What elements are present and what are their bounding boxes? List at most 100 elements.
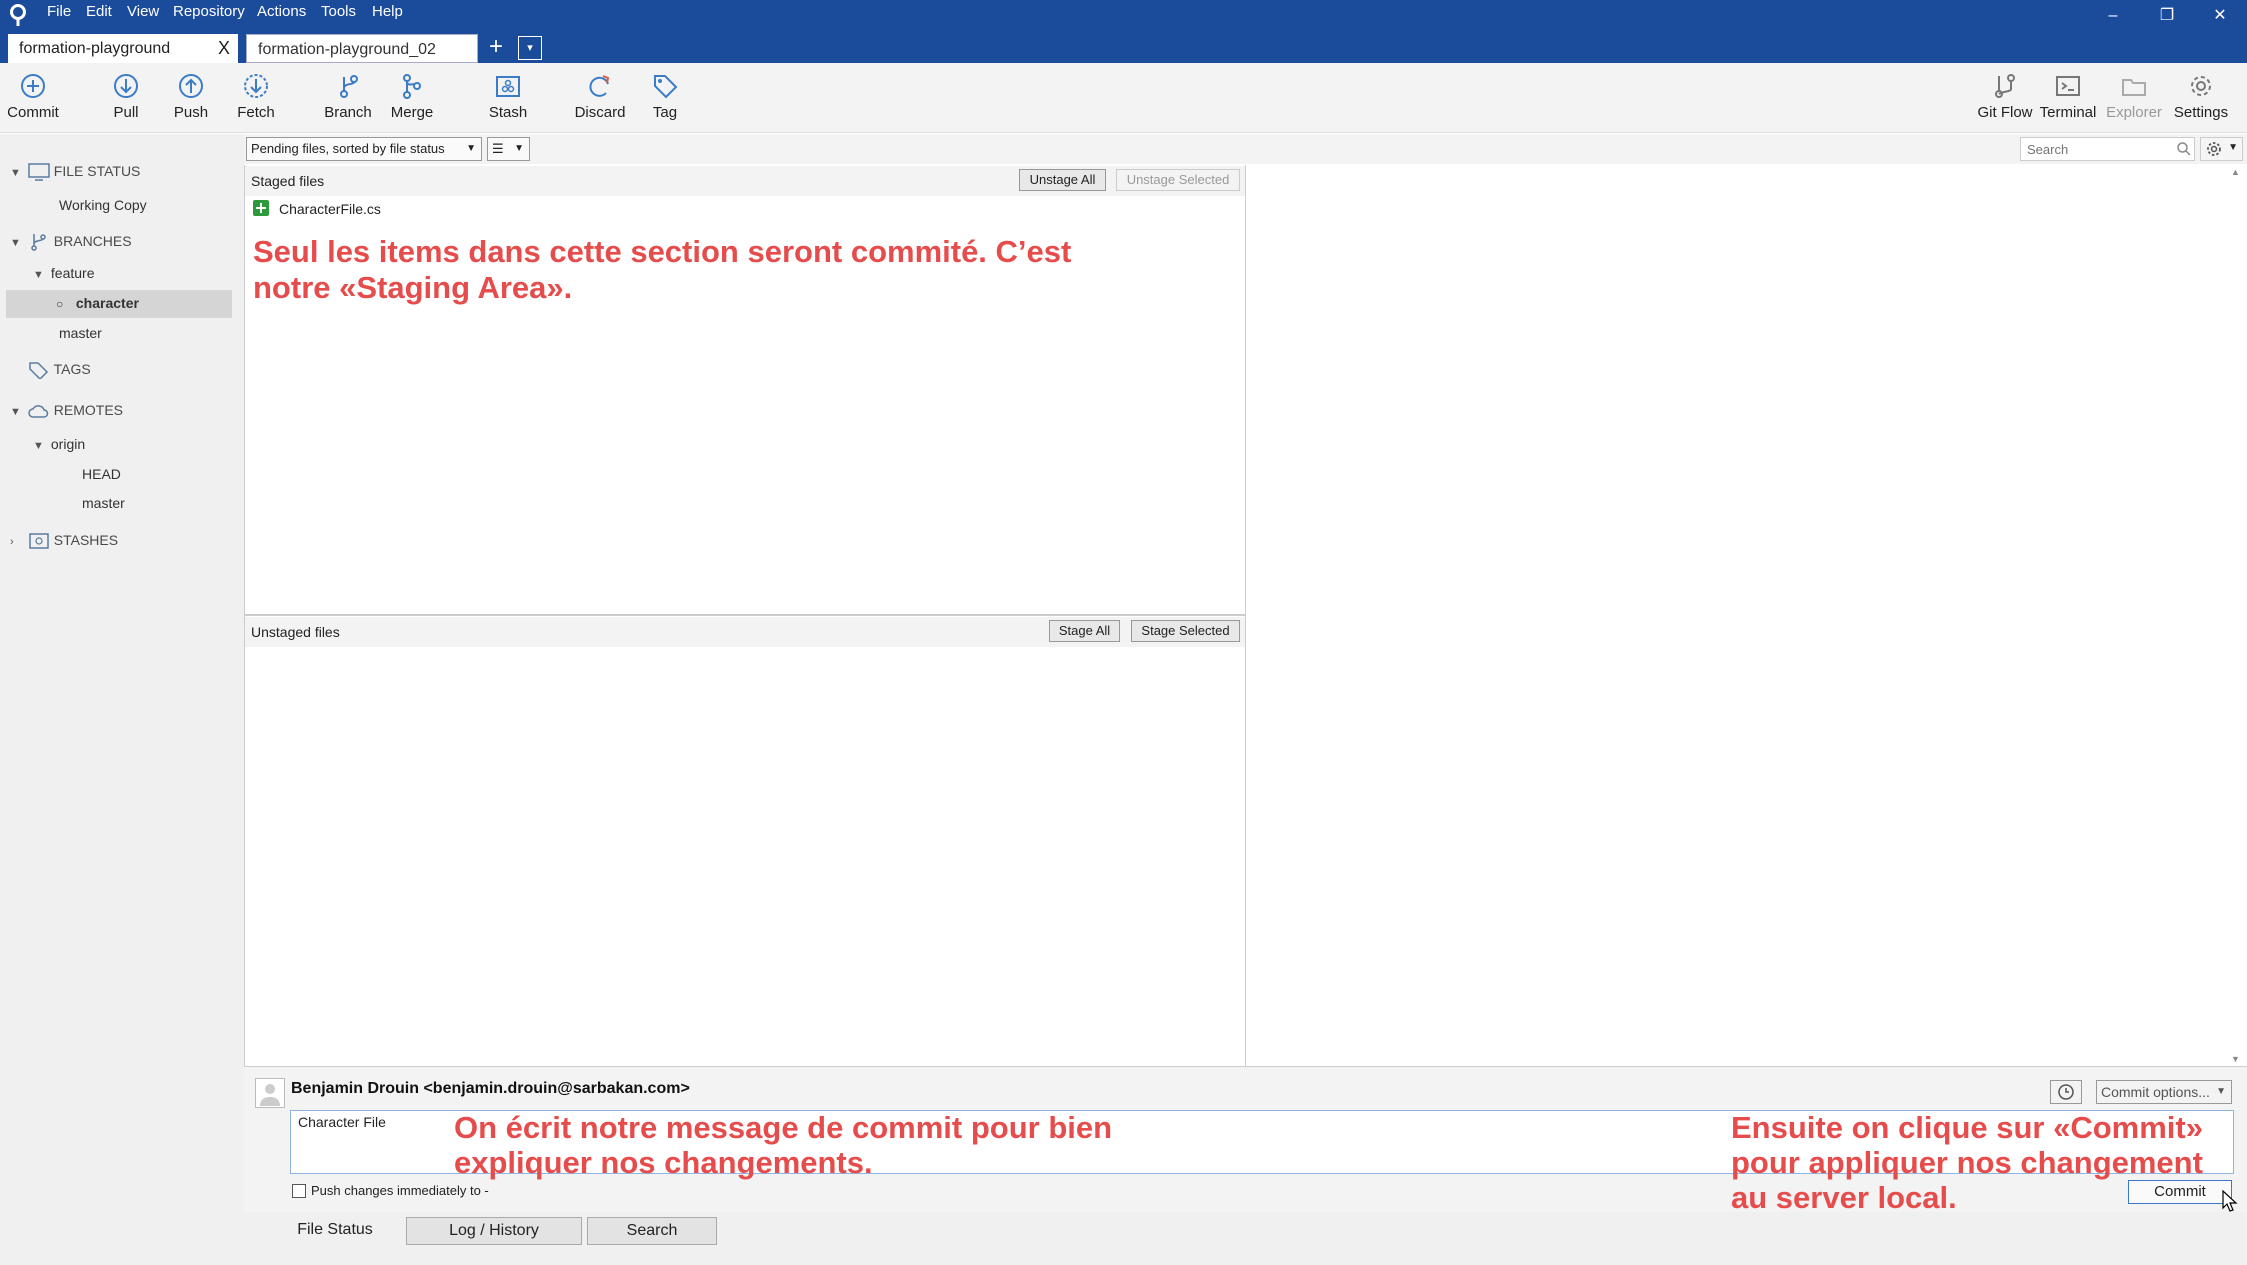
git-flow-button[interactable]: Git Flow bbox=[1970, 72, 2040, 130]
sidebar-branches[interactable]: ▼ BRANCHES bbox=[10, 228, 132, 254]
terminal-button[interactable]: Terminal bbox=[2034, 72, 2102, 130]
discard-button[interactable]: Discard bbox=[570, 72, 630, 130]
commit-options-dropdown[interactable]: Commit options... ▼ bbox=[2096, 1080, 2232, 1104]
fetch-button[interactable]: Fetch bbox=[228, 72, 284, 130]
sidebar-item-master[interactable]: master bbox=[59, 320, 102, 346]
sidebar-item-origin[interactable]: ▼ origin bbox=[33, 431, 85, 457]
menu-edit[interactable]: Edit bbox=[86, 2, 112, 22]
staged-files-pane bbox=[244, 165, 1246, 615]
menu-help[interactable]: Help bbox=[372, 2, 403, 22]
commit-toolbar-button[interactable]: Commit bbox=[2, 72, 64, 130]
search-icon bbox=[2177, 142, 2191, 156]
chevron-down-icon: ▼ bbox=[466, 143, 476, 154]
tab-file-status[interactable]: File Status bbox=[270, 1217, 400, 1245]
sidebar-item-remote-master[interactable]: master bbox=[82, 490, 125, 516]
merge-button[interactable]: Merge bbox=[384, 72, 440, 130]
tag-button[interactable]: Tag bbox=[640, 72, 690, 130]
filter-bar bbox=[244, 134, 2247, 164]
cloud-icon bbox=[28, 405, 49, 419]
file-name: CharacterFile.cs bbox=[279, 201, 381, 217]
settings-button[interactable]: Settings bbox=[2168, 72, 2234, 130]
file-added-icon bbox=[253, 200, 269, 216]
list-item[interactable]: CharacterFile.cs bbox=[250, 198, 850, 220]
diff-scrollbar[interactable]: ▲ ▼ bbox=[2228, 165, 2244, 1066]
stash-label: Stash bbox=[488, 104, 528, 121]
tab-label: formation-playground bbox=[19, 40, 171, 57]
push-immediately-checkbox[interactable] bbox=[292, 1184, 306, 1198]
search-input[interactable] bbox=[2020, 137, 2195, 161]
annotation-commit-line-2: pour appliquer nos changement bbox=[1731, 1145, 2203, 1180]
tab-formation-playground-02[interactable]: formation-playground_02 bbox=[246, 34, 478, 63]
annotation-staging-line-1: Seul les items dans cette section seront… bbox=[253, 234, 1072, 269]
tab-close-icon[interactable]: X bbox=[214, 38, 234, 58]
commit-toolbar-label: Commit bbox=[7, 104, 59, 121]
options-dropdown[interactable]: ▼ bbox=[2200, 137, 2243, 161]
current-branch-icon: ○ bbox=[56, 297, 64, 311]
close-window-button[interactable]: ✕ bbox=[2208, 4, 2232, 28]
file-filter-dropdown[interactable]: Pending files, sorted by file status ▼ bbox=[246, 137, 482, 161]
tab-formation-playground[interactable]: formation-playground bbox=[8, 34, 238, 63]
chevron-down-icon: ▼ bbox=[10, 406, 21, 418]
menu-tools[interactable]: Tools bbox=[321, 2, 356, 22]
minimize-button[interactable]: – bbox=[2101, 4, 2125, 28]
fetch-icon bbox=[244, 74, 268, 98]
gear-icon bbox=[2191, 76, 2211, 96]
commit-options-label: Commit options... bbox=[2101, 1084, 2210, 1100]
user-icon bbox=[260, 1084, 280, 1106]
stash-button[interactable]: Stash bbox=[480, 72, 536, 130]
unstaged-files-pane bbox=[244, 616, 1246, 1066]
commit-message-text: Character File bbox=[298, 1114, 386, 1130]
branch-icon bbox=[31, 234, 46, 252]
sidebar-header-label: STASHES bbox=[53, 532, 119, 548]
branch-button[interactable]: Branch bbox=[320, 72, 376, 130]
push-button[interactable]: Push bbox=[165, 72, 217, 130]
sidebar-file-status[interactable]: ▼ FILE STATUS bbox=[10, 158, 140, 184]
commit-icon bbox=[21, 74, 45, 98]
pull-icon bbox=[114, 74, 138, 98]
push-icon bbox=[179, 74, 203, 98]
sidebar-item-character[interactable]: ○ character bbox=[56, 290, 139, 316]
new-tab-button[interactable]: + bbox=[484, 35, 508, 60]
commit-button[interactable]: Commit bbox=[2128, 1180, 2232, 1204]
sidebar-remotes[interactable]: ▼ REMOTES bbox=[10, 397, 123, 423]
sidebar-item-head[interactable]: HEAD bbox=[82, 461, 121, 487]
terminal-label: Terminal bbox=[2039, 104, 2097, 121]
tag-icon bbox=[654, 75, 678, 99]
stage-selected-button[interactable]: Stage Selected bbox=[1131, 620, 1240, 642]
annotation-staging-line-2: notre «Staging Area». bbox=[253, 270, 573, 305]
sidebar-stashes[interactable]: › STASHES bbox=[10, 527, 118, 553]
unstage-all-button[interactable]: Unstage All bbox=[1019, 169, 1106, 191]
chevron-down-icon: ▼ bbox=[33, 269, 44, 281]
push-immediately-label: Push changes immediately to - bbox=[311, 1183, 489, 1198]
menu-view[interactable]: View bbox=[127, 2, 159, 22]
tab-log-history[interactable]: Log / History bbox=[406, 1217, 582, 1245]
tab-search[interactable]: Search bbox=[587, 1217, 717, 1245]
explorer-button[interactable]: Explorer bbox=[2099, 72, 2169, 130]
restore-button[interactable]: ❐ bbox=[2155, 4, 2179, 28]
git-flow-icon bbox=[1995, 74, 2015, 98]
list-icon: ☰ bbox=[492, 141, 504, 156]
menu-file[interactable]: File bbox=[47, 2, 71, 22]
sidebar-item-feature[interactable]: ▼ feature bbox=[33, 260, 94, 286]
sidebar-item-working-copy[interactable]: Working Copy bbox=[59, 192, 147, 218]
tag-label: Tag bbox=[652, 104, 678, 121]
menu-repository[interactable]: Repository bbox=[173, 2, 245, 22]
pull-button[interactable]: Pull bbox=[100, 72, 152, 130]
branch-icon bbox=[340, 75, 358, 98]
annotation-commit-line-3: au server local. bbox=[1731, 1180, 1957, 1215]
commit-history-button[interactable] bbox=[2050, 1080, 2082, 1104]
fetch-label: Fetch bbox=[237, 104, 275, 121]
settings-label: Settings bbox=[2173, 104, 2229, 121]
sidebar-item-label: character bbox=[75, 295, 139, 311]
chevron-right-icon: › bbox=[10, 536, 14, 548]
view-mode-dropdown[interactable]: ☰ ▼ bbox=[487, 137, 530, 161]
unstage-selected-button[interactable]: Unstage Selected bbox=[1116, 169, 1240, 191]
tab-dropdown-button[interactable]: ▾ bbox=[518, 36, 542, 60]
stage-all-button[interactable]: Stage All bbox=[1049, 620, 1120, 642]
menu-actions[interactable]: Actions bbox=[257, 2, 306, 22]
sidebar-header-label: BRANCHES bbox=[53, 233, 132, 249]
file-filter-label: Pending files, sorted by file status bbox=[251, 141, 445, 156]
pull-label: Pull bbox=[113, 104, 139, 121]
discard-icon bbox=[589, 75, 610, 97]
sidebar-tags[interactable]: TAGS bbox=[28, 356, 91, 382]
